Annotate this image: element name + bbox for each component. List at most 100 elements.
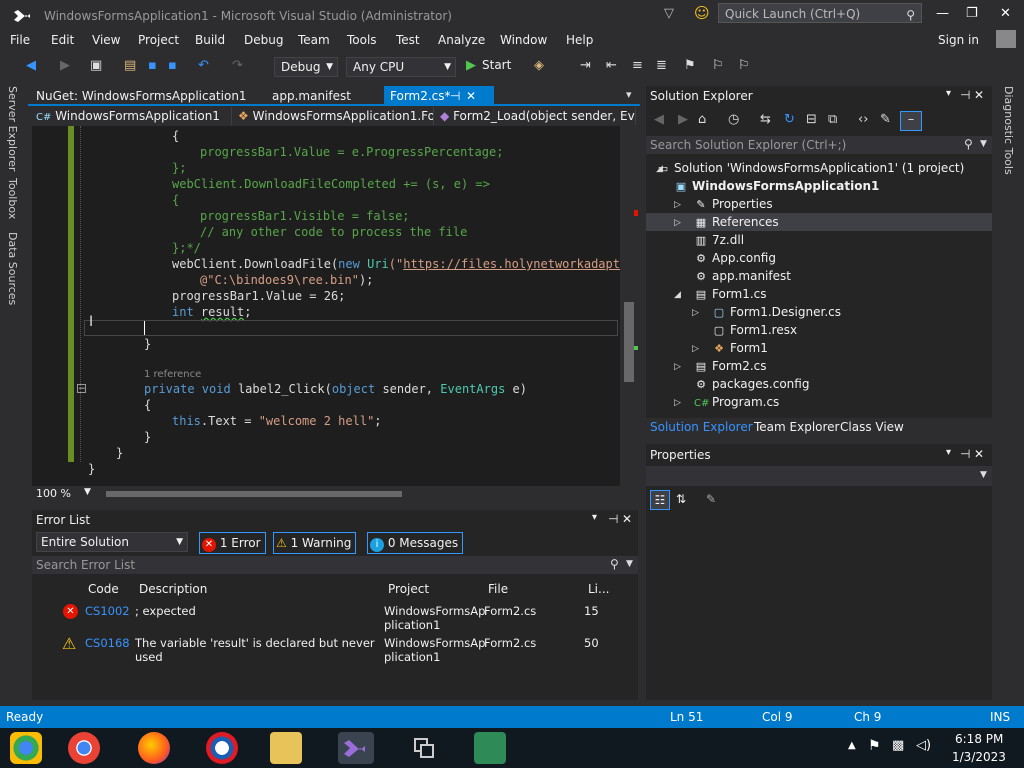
show-all-files-icon[interactable]: ⧉ (828, 112, 837, 127)
property-pages-icon[interactable]: ✎ (706, 492, 716, 506)
tree-item-form1-designer[interactable]: ▢ Form1.Designer.cs (712, 303, 841, 321)
undo-icon[interactable]: ↶ (198, 58, 209, 73)
forward-icon[interactable]: ▶ (678, 112, 688, 127)
messages-filter-button[interactable]: i 0 Messages (367, 532, 464, 554)
bookmark-next-icon[interactable]: ⚐ (738, 58, 750, 73)
tab-team-explorer[interactable]: Team Explorer (754, 420, 840, 434)
forward-icon[interactable]: ▶ (60, 58, 70, 73)
tab-overflow-icon[interactable]: ▾ (626, 88, 632, 101)
tree-item-form1-resx[interactable]: ▢ Form1.resx (712, 321, 797, 339)
tree-item-form2-cs[interactable]: ▤ Form2.cs (694, 357, 767, 375)
close-button[interactable]: ✕ (1000, 6, 1011, 21)
toolbar-icon-2[interactable]: ⇤ (606, 58, 617, 73)
pin-icon[interactable]: ⊣ (450, 86, 460, 106)
start-play-icon[interactable]: ▶ (466, 58, 476, 73)
maximize-button[interactable]: ❐ (966, 6, 978, 21)
preview-icon[interactable]: – (900, 111, 922, 131)
sync-icon[interactable]: ⇆ (760, 112, 771, 127)
clock-time[interactable]: 6:18 PM (955, 732, 1003, 746)
close-icon[interactable]: ✕ (974, 447, 984, 461)
expand-arrow-icon[interactable]: ▷ (692, 308, 699, 318)
save-icon[interactable]: ▪ (148, 58, 157, 73)
collapse-all-icon[interactable]: ⊟ (806, 112, 817, 127)
menu-view[interactable]: View (92, 33, 120, 47)
tree-item-properties[interactable]: ✎ Properties (694, 195, 772, 213)
configuration-select[interactable]: Debug ▼ (274, 57, 338, 77)
column-line[interactable]: Li... (588, 582, 609, 596)
error-code-link[interactable]: CS1002 (85, 604, 130, 618)
sign-in-link[interactable]: Sign in (938, 33, 979, 47)
menu-project[interactable]: Project (138, 33, 179, 47)
start-orb-icon[interactable] (10, 732, 42, 764)
vertical-scrollbar[interactable] (620, 126, 638, 486)
comment-icon[interactable]: ≡ (632, 58, 643, 73)
collapse-icon[interactable]: − (77, 384, 86, 394)
panel-menu-icon[interactable]: ▾ (946, 88, 951, 99)
back-icon[interactable]: ◀ (654, 112, 664, 127)
back-icon[interactable]: ◀ (26, 58, 36, 73)
object-select[interactable]: ▼ (646, 466, 992, 486)
start-button[interactable]: Start (482, 58, 511, 72)
warnings-filter-button[interactable]: ⚠ 1 Warning (273, 532, 357, 554)
alphabetical-icon[interactable]: ⇅ (676, 492, 686, 506)
expand-arrow-icon[interactable]: ▷ (674, 362, 681, 372)
project-dropdown[interactable]: C# WindowsFormsApplication1 (32, 107, 232, 125)
expand-arrow-icon[interactable]: ◢ (656, 164, 663, 174)
column-project[interactable]: Project (388, 582, 429, 596)
clock-date[interactable]: 1/3/2023 (952, 750, 1006, 764)
tree-item-form1-cs[interactable]: ▤ Form1.cs (694, 285, 767, 303)
uncomment-icon[interactable]: ≣ (656, 58, 667, 73)
close-icon[interactable]: ✕ (622, 512, 632, 526)
bookmark-prev-icon[interactable]: ⚐ (712, 58, 724, 73)
code-editor[interactable]: { progressBar1.Value = e.ProgressPercent… (32, 126, 638, 486)
tree-item-references[interactable]: ▦ References (694, 213, 779, 231)
diagnostic-tools-tab[interactable]: Diagnostic Tools (1002, 86, 1015, 175)
menu-team[interactable]: Team (298, 33, 330, 47)
tab-app-manifest[interactable]: app.manifest (266, 86, 357, 106)
menu-debug[interactable]: Debug (244, 33, 283, 47)
properties-wrench-icon[interactable]: ✎ (880, 112, 891, 127)
column-file[interactable]: File (488, 582, 508, 596)
close-icon[interactable]: ✕ (974, 88, 984, 102)
tree-item-solution[interactable]: ▭ Solution 'WindowsFormsApplication1' (1 … (656, 159, 965, 177)
menu-analyze[interactable]: Analyze (438, 33, 485, 47)
zoom-level[interactable]: 100 % (36, 487, 71, 500)
save-all-icon[interactable]: ▪ (168, 58, 177, 73)
network-icon[interactable]: ▩ (892, 738, 904, 753)
class-dropdown[interactable]: ❖ WindowsFormsApplication1.Fo (234, 107, 434, 125)
menu-tools[interactable]: Tools (347, 33, 377, 47)
chrome-icon[interactable] (68, 732, 100, 764)
tree-item-project[interactable]: ▣ WindowsFormsApplication1 (674, 177, 880, 195)
pin-icon[interactable]: ⊣ (960, 447, 970, 461)
error-search-input[interactable]: Search Error List ⚲ ▼ (32, 556, 638, 574)
menu-edit[interactable]: Edit (51, 33, 74, 47)
data-sources-tab[interactable]: Data Sources (6, 232, 19, 305)
user-avatar-icon[interactable] (996, 30, 1016, 48)
volume-icon[interactable]: ◁) (916, 738, 931, 753)
menu-window[interactable]: Window (500, 33, 547, 47)
step-icon[interactable]: ⇥ (580, 58, 591, 73)
expand-arrow-icon[interactable]: ▷ (674, 218, 681, 228)
member-dropdown[interactable]: ◆ Form2_Load(object sender, Eve (436, 107, 636, 125)
minimize-button[interactable]: — (936, 6, 949, 21)
expand-arrow-icon[interactable]: ◢ (674, 290, 681, 300)
view-code-icon[interactable]: ‹› (858, 112, 868, 127)
tree-item-program-cs[interactable]: C# Program.cs (694, 393, 779, 411)
solution-search-input[interactable]: Search Solution Explorer (Ctrl+;) ⚲ ▼ (646, 136, 992, 154)
bookmark-icon[interactable]: ⚑ (684, 58, 696, 73)
tree-item-form1-class[interactable]: ❖ Form1 (712, 339, 768, 357)
server-explorer-tab[interactable]: Server Explorer (6, 86, 19, 171)
table-row[interactable]: ✕ CS1002 ; expected WindowsFormsAp plica… (32, 602, 638, 632)
feedback-smiley-icon[interactable]: ☺ (694, 4, 710, 22)
opera-icon[interactable] (206, 732, 238, 764)
tree-item-packages-config[interactable]: ⚙ packages.config (694, 375, 809, 393)
attach-icon[interactable]: ◈ (534, 58, 544, 73)
file-explorer-icon[interactable] (270, 732, 302, 764)
refresh-icon[interactable]: ↻ (784, 112, 795, 127)
tree-item-app-config[interactable]: ⚙ App.config (694, 249, 776, 267)
redo-icon[interactable]: ↷ (232, 58, 243, 73)
close-icon[interactable]: ✕ (466, 86, 476, 106)
categorized-icon[interactable]: ☷ (650, 490, 670, 510)
open-file-icon[interactable]: ▤ (124, 58, 136, 73)
toolbox-tab[interactable]: Toolbox (6, 178, 19, 219)
